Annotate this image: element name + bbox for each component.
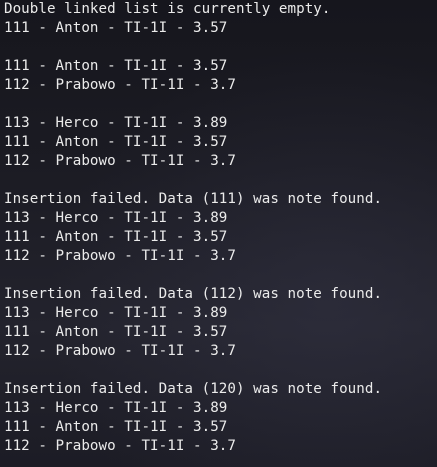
output-line: 111 - Anton - TI-1I - 3.57 bbox=[4, 324, 228, 340]
output-line: 113 - Herco - TI-1I - 3.89 bbox=[4, 210, 228, 226]
output-line: 111 - Anton - TI-1I - 3.57 bbox=[4, 134, 228, 150]
terminal-window[interactable]: Double linked list is currently empty. 1… bbox=[0, 0, 437, 467]
output-line: Double linked list is currently empty. bbox=[4, 1, 331, 17]
output-line: 112 - Prabowo - TI-1I - 3.7 bbox=[4, 153, 236, 169]
error-message-line: Insertion failed. Data (112) was note fo… bbox=[4, 286, 383, 302]
error-message-line: Insertion failed. Data (120) was note fo… bbox=[4, 381, 383, 397]
output-line: 112 - Prabowo - TI-1I - 3.7 bbox=[4, 248, 236, 264]
output-line: 112 - Prabowo - TI-1I - 3.7 bbox=[4, 343, 236, 359]
output-line: 113 - Herco - TI-1I - 3.89 bbox=[4, 400, 228, 416]
blank-line bbox=[4, 361, 437, 380]
error-message-line: Insertion failed. Data (111) was note fo… bbox=[4, 191, 383, 207]
blank-line bbox=[4, 95, 437, 114]
terminal-output: Double linked list is currently empty. 1… bbox=[4, 0, 437, 456]
output-line: 113 - Herco - TI-1I - 3.89 bbox=[4, 115, 228, 131]
blank-line bbox=[4, 38, 437, 57]
output-line: 111 - Anton - TI-1I - 3.57 bbox=[4, 419, 228, 435]
output-line: 112 - Prabowo - TI-1I - 3.7 bbox=[4, 77, 236, 93]
blank-line bbox=[4, 266, 437, 285]
output-line: 112 - Prabowo - TI-1I - 3.7 bbox=[4, 438, 236, 454]
output-line: 113 - Herco - TI-1I - 3.89 bbox=[4, 305, 228, 321]
output-line: 111 - Anton - TI-1I - 3.57 bbox=[4, 229, 228, 245]
output-line: 111 - Anton - TI-1I - 3.57 bbox=[4, 20, 228, 36]
output-line: 111 - Anton - TI-1I - 3.57 bbox=[4, 58, 228, 74]
blank-line bbox=[4, 171, 437, 190]
